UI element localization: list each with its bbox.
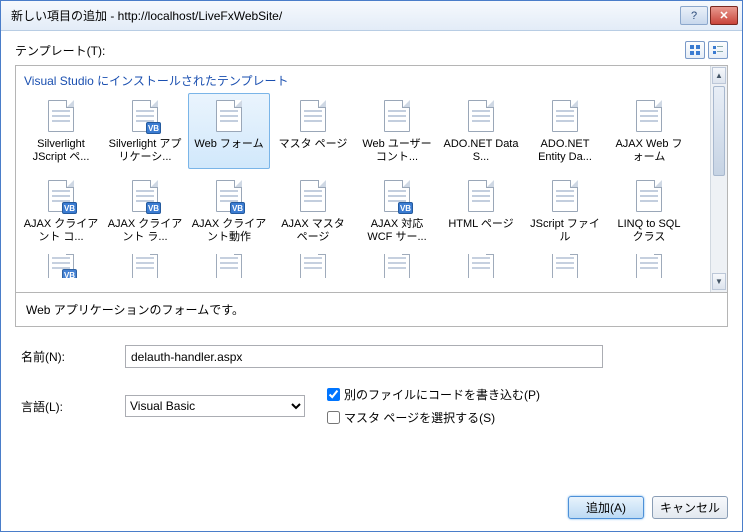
template-item-label: AJAX クライアント コ... — [23, 218, 99, 244]
scroll-down-button[interactable]: ▼ — [712, 273, 726, 290]
template-item[interactable]: XML スキー... — [440, 253, 522, 279]
template-item-label: ADO.NET Data S... — [443, 138, 519, 164]
template-file-icon — [297, 253, 329, 279]
template-item[interactable]: XSLT ファイ... — [608, 253, 690, 279]
template-file-icon — [45, 98, 77, 134]
template-item[interactable]: VB AJAX クライアント コ... — [20, 173, 102, 249]
template-item-label: Web ユーザー コント... — [359, 138, 435, 164]
template-item[interactable]: AJAX マスタ ページ — [272, 173, 354, 249]
template-file-icon: VB — [213, 178, 245, 214]
template-file-icon: VB — [381, 178, 413, 214]
titlebar[interactable]: 新しい項目の追加 - http://localhost/LiveFxWebSit… — [1, 1, 742, 31]
template-item[interactable]: SQL Server... — [104, 253, 186, 279]
template-file-icon: VB — [45, 178, 77, 214]
name-input[interactable] — [125, 345, 603, 368]
template-item-label: Silverlight アプリケーシ... — [107, 138, 183, 164]
template-file-icon — [549, 178, 581, 214]
template-item-label: ADO.NET Entity Da... — [527, 138, 603, 164]
template-item[interactable]: XML ファイ... — [524, 253, 606, 279]
template-item[interactable]: ADO.NET Data S... — [440, 93, 522, 169]
template-item[interactable]: VB AJAX クライアント動作 — [188, 173, 270, 249]
cancel-button[interactable]: キャンセル — [652, 496, 728, 519]
template-item[interactable]: マスタ ページ — [272, 93, 354, 169]
scroll-thumb[interactable] — [713, 86, 725, 176]
template-item-label: マスタ ページ — [275, 138, 351, 151]
template-file-icon — [297, 98, 329, 134]
template-file-icon — [465, 98, 497, 134]
template-file-icon — [381, 98, 413, 134]
template-item-label: AJAX クライアント動作 — [191, 218, 267, 244]
template-item-label: AJAX マスタ ページ — [275, 218, 351, 244]
template-item[interactable]: LINQ to SQL クラス — [608, 173, 690, 249]
template-file-icon — [549, 253, 581, 279]
template-item[interactable]: JScript ファイル — [524, 173, 606, 249]
template-item-label: JScript ファイル — [527, 218, 603, 244]
template-file-icon — [465, 253, 497, 279]
template-file-icon — [633, 253, 665, 279]
template-item[interactable]: WCF サービ... — [188, 253, 270, 279]
template-item-label: AJAX クライアント ラ... — [107, 218, 183, 244]
template-item[interactable]: AJAX Web フォーム — [608, 93, 690, 169]
template-file-icon — [213, 98, 245, 134]
separate-file-checkbox[interactable] — [327, 388, 340, 401]
template-item-label: Web フォーム — [191, 138, 267, 151]
template-item-label: AJAX Web フォーム — [611, 138, 687, 164]
template-file-icon: VB — [129, 178, 161, 214]
template-item[interactable]: ADO.NET Entity Da... — [524, 93, 606, 169]
template-description: Web アプリケーションのフォームです。 — [15, 293, 728, 327]
window-title: 新しい項目の追加 - http://localhost/LiveFxWebSit… — [11, 7, 282, 24]
master-page-checkbox-label[interactable]: マスタ ページを選択する(S) — [327, 409, 540, 426]
template-file-icon — [297, 178, 329, 214]
view-small-icons-button[interactable] — [708, 41, 728, 59]
dialog-window: 新しい項目の追加 - http://localhost/LiveFxWebSit… — [0, 0, 743, 532]
language-label: 言語(L): — [15, 398, 125, 415]
template-item[interactable]: Web ユーザー コント... — [356, 93, 438, 169]
template-item[interactable]: VB Silverlight アプリケーシ... — [104, 93, 186, 169]
template-file-icon — [213, 253, 245, 279]
scroll-up-button[interactable]: ▲ — [712, 67, 726, 84]
help-button[interactable]: ? — [680, 6, 708, 25]
template-file-icon — [465, 178, 497, 214]
template-file-icon: VB — [129, 98, 161, 134]
template-item-label: Silverlight JScript ペ... — [23, 138, 99, 164]
template-item[interactable]: Web サービ... — [272, 253, 354, 279]
templates-label: テンプレート(T): — [15, 42, 105, 59]
installed-templates-header: Visual Studio にインストールされたテンプレート — [16, 66, 727, 91]
templates-scrollbar[interactable]: ▲ ▼ — [710, 66, 727, 292]
template-item[interactable]: VB Silverlight 対... — [20, 253, 102, 279]
templates-listbox[interactable]: Visual Studio にインストールされたテンプレート Silverlig… — [15, 65, 728, 293]
template-item[interactable]: Silverlight JScript ペ... — [20, 93, 102, 169]
add-button[interactable]: 追加(A) — [568, 496, 644, 519]
language-select[interactable]: Visual Basic — [125, 395, 305, 417]
template-item-label: LINQ to SQL クラス — [611, 218, 687, 244]
template-file-icon: VB — [45, 253, 77, 279]
template-file-icon — [381, 253, 413, 279]
template-file-icon — [549, 98, 581, 134]
close-button[interactable]: ✕ — [710, 6, 738, 25]
view-large-icons-button[interactable] — [685, 41, 705, 59]
template-item[interactable]: Web フォーム — [188, 93, 270, 169]
template-file-icon — [633, 178, 665, 214]
name-label: 名前(N): — [15, 348, 125, 365]
template-item[interactable]: Web 構成フ... — [356, 253, 438, 279]
template-item[interactable]: HTML ページ — [440, 173, 522, 249]
separate-file-checkbox-label[interactable]: 別のファイルにコードを書き込む(P) — [327, 386, 540, 403]
master-page-checkbox[interactable] — [327, 411, 340, 424]
template-item-label: AJAX 対応 WCF サー... — [359, 218, 435, 244]
template-item-label: HTML ページ — [443, 218, 519, 231]
template-item[interactable]: VB AJAX 対応 WCF サー... — [356, 173, 438, 249]
template-file-icon — [633, 98, 665, 134]
template-file-icon — [129, 253, 161, 279]
template-item[interactable]: VB AJAX クライアント ラ... — [104, 173, 186, 249]
